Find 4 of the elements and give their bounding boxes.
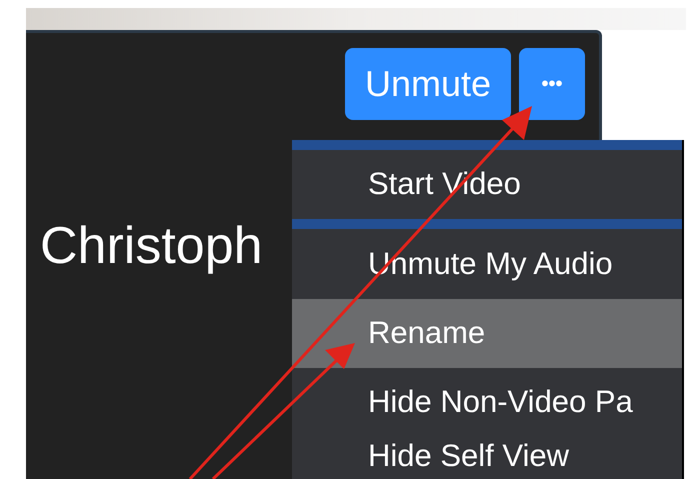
participant-name: Christoph (40, 217, 263, 275)
menu-item[interactable]: Hide Non-Video Pa (292, 368, 682, 437)
menu-item[interactable]: Rename (292, 298, 682, 368)
menu-item[interactable]: Hide Self View (292, 437, 682, 479)
